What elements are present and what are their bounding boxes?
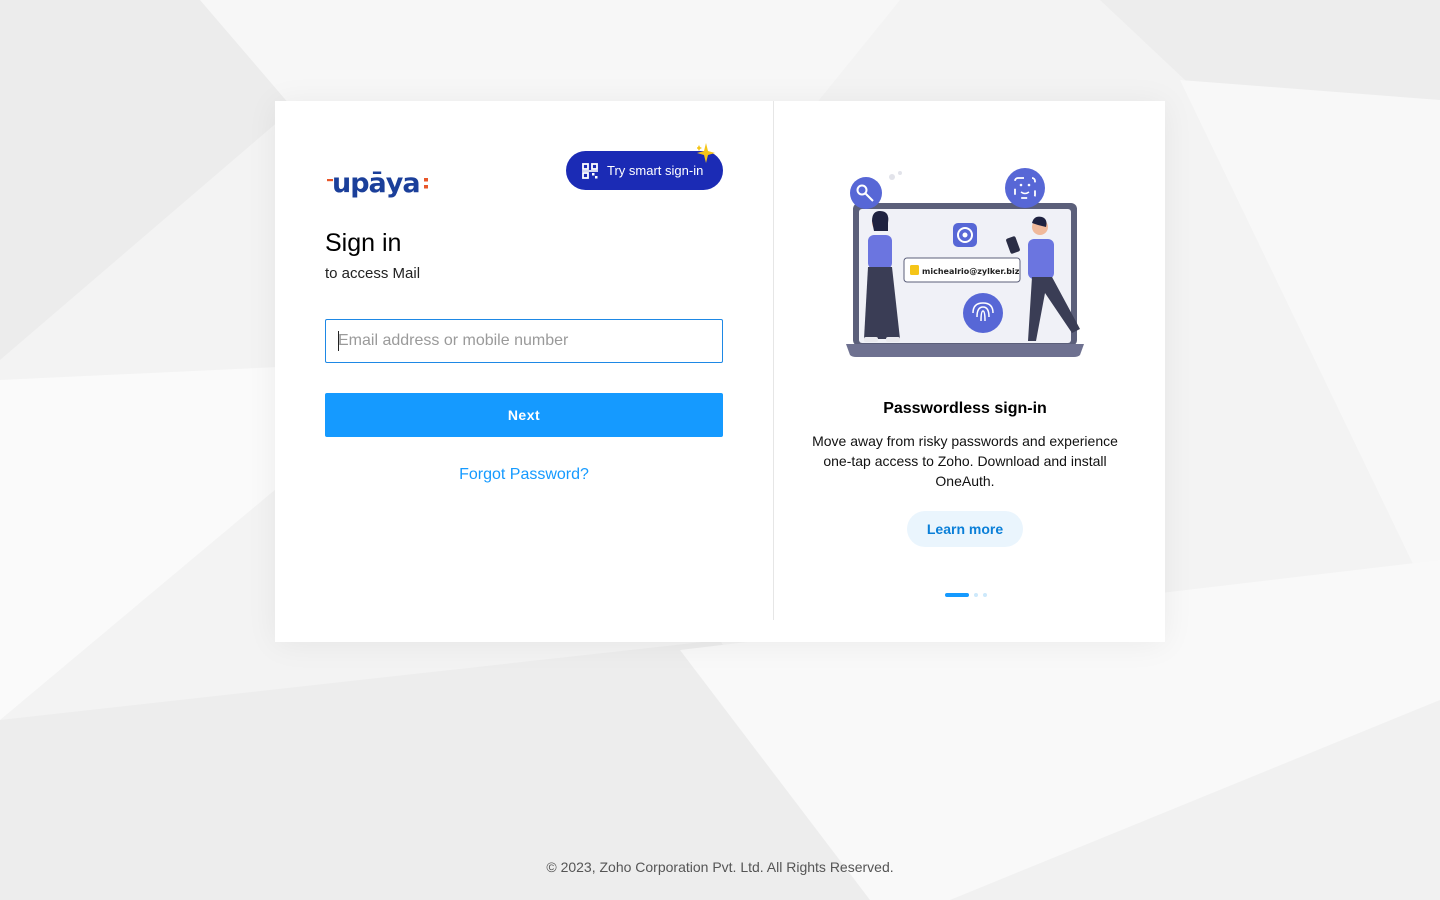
- carousel-dot[interactable]: [983, 593, 987, 597]
- forgot-password-link[interactable]: Forgot Password?: [325, 466, 723, 484]
- signin-panel: upāya Try smart sign-in Sign in to acces…: [275, 101, 773, 642]
- footer-copyright: © 2023, Zoho Corporation Pvt. Ltd. All R…: [546, 859, 894, 875]
- smart-signin-label: Try smart sign-in: [607, 163, 704, 178]
- page-title: Sign in: [325, 229, 402, 257]
- promo-description: Move away from risky passwords and exper…: [812, 433, 1118, 489]
- promo-title: Passwordless sign-in: [883, 400, 1047, 417]
- passwordless-illustration: michealrio@zylker.biz: [846, 168, 1084, 357]
- learn-more-button[interactable]: Learn more: [907, 511, 1023, 547]
- carousel-dot-active[interactable]: [945, 593, 969, 597]
- sparkle-icon: [697, 143, 715, 163]
- upaya-logo: upāya: [327, 168, 428, 198]
- svg-text:upāya: upāya: [332, 168, 420, 198]
- signin-card: upāya Try smart sign-in Sign in to acces…: [275, 101, 1165, 642]
- carousel-dot[interactable]: [974, 593, 978, 597]
- svg-text:michealrio@zylker.biz: michealrio@zylker.biz: [922, 267, 1020, 276]
- panel-divider: [773, 101, 774, 620]
- text-caret: [338, 331, 339, 351]
- page-subtitle: to access Mail: [325, 265, 421, 282]
- carousel-indicator: [945, 593, 987, 597]
- next-button[interactable]: Next: [325, 393, 723, 437]
- email-field[interactable]: [325, 319, 723, 363]
- qr-code-icon: [582, 162, 598, 179]
